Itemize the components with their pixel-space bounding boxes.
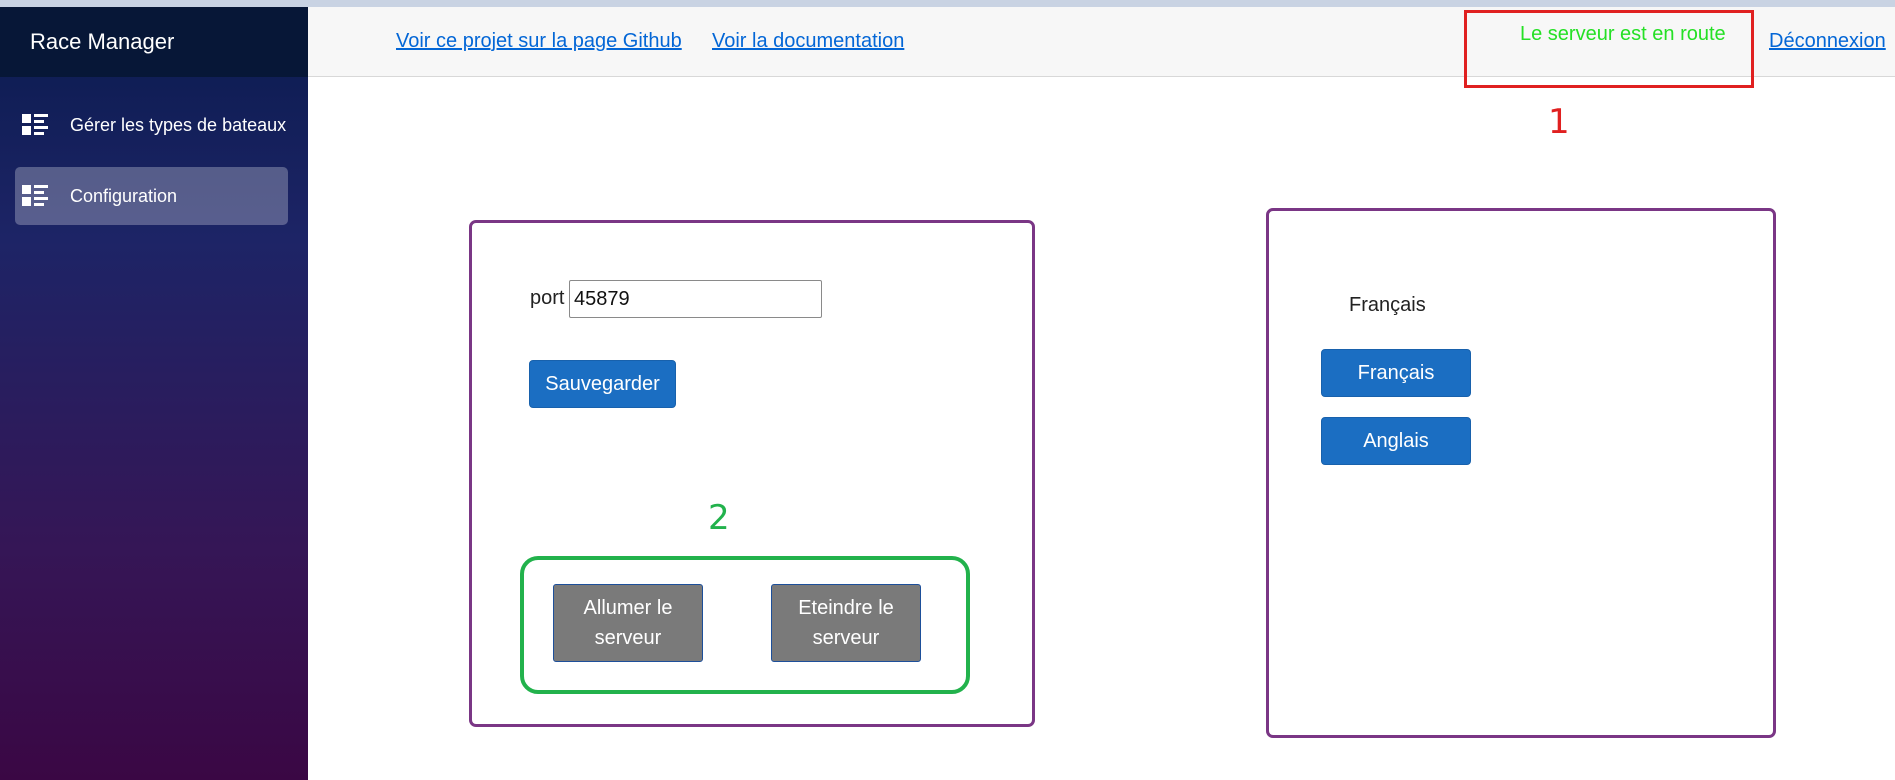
list-icon	[22, 114, 48, 135]
stop-server-button[interactable]: Eteindre le serveur	[771, 584, 921, 662]
start-server-button[interactable]: Allumer le serveur	[553, 584, 703, 662]
sidebar-item-configuration[interactable]: Configuration	[15, 167, 288, 225]
french-button[interactable]: Français	[1321, 349, 1471, 397]
current-language-label: Français	[1349, 294, 1426, 316]
english-button[interactable]: Anglais	[1321, 417, 1471, 465]
port-label: port	[530, 287, 565, 309]
list-icon	[22, 185, 48, 206]
sidebar-item-label: Configuration	[70, 185, 178, 206]
port-input[interactable]	[569, 280, 822, 318]
annotation-box-1	[1464, 10, 1754, 88]
logout-link[interactable]: Déconnexion	[1769, 30, 1886, 53]
top-strip	[0, 0, 1895, 7]
sidebar-item-boat-types[interactable]: Gérer les types de bateaux	[15, 96, 288, 154]
app-title[interactable]: Race Manager	[0, 7, 308, 77]
github-link[interactable]: Voir ce projet sur la page Github	[396, 30, 682, 53]
sidebar-item-label: Gérer les types de bateaux	[70, 114, 287, 135]
annotation-marker-2: 2	[708, 498, 730, 538]
annotation-marker-1: 1	[1548, 102, 1570, 142]
sidebar: Race Manager Gérer les types de bateaux …	[0, 7, 308, 780]
save-button[interactable]: Sauvegarder	[529, 360, 676, 408]
documentation-link[interactable]: Voir la documentation	[712, 30, 904, 53]
language-panel	[1266, 208, 1776, 738]
